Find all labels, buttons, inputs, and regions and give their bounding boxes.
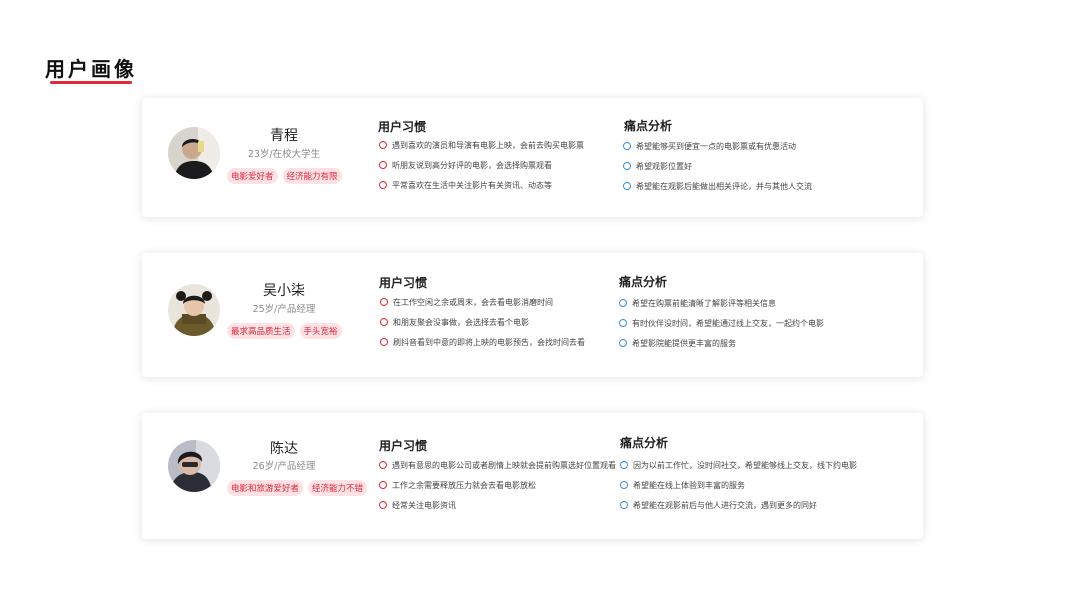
red-ring-icon [380, 298, 388, 306]
pains-list: 希望在购票前能清晰了解影评等相关信息 有时伙伴没时间，希望能通过线上交友，一起约… [619, 293, 824, 353]
red-ring-icon [379, 181, 387, 189]
persona-card: 陈达 26岁/产品经理 电影和旅游爱好者 经济能力不错 用户习惯 遇到有意思的电… [142, 413, 923, 539]
blue-ring-icon [619, 339, 627, 347]
persona-tag: 电影爱好者 [227, 168, 278, 184]
pains-title: 痛点分析 [624, 119, 673, 133]
red-ring-icon [380, 338, 388, 346]
persona-tag: 电影和旅游爱好者 [227, 480, 304, 496]
list-item: 希望影院能提供更丰富的服务 [619, 333, 824, 353]
blue-ring-icon [623, 142, 631, 150]
persona-name: 青程 [270, 128, 298, 144]
title-underline [50, 81, 132, 84]
avatar [168, 440, 220, 492]
list-item: 有时伙伴没时间，希望能通过线上交友，一起约个电影 [619, 313, 824, 333]
habit-text: 工作之余需要释放压力就会去看电影放松 [392, 480, 536, 490]
page-title: 用户画像 [45, 57, 137, 81]
habit-text: 刷抖音看到中意的即将上映的电影预告，会找时间去看 [393, 337, 585, 347]
list-item: 希望观影位置好 [623, 156, 812, 176]
red-ring-icon [379, 461, 387, 469]
persona-tag: 手头宽裕 [299, 323, 342, 339]
persona-name: 吴小柒 [263, 283, 305, 299]
habits-title: 用户习惯 [378, 120, 427, 134]
list-item: 希望能在观影前后与他人进行交流，遇到更多的同好 [620, 495, 857, 515]
blue-ring-icon [623, 182, 631, 190]
habits-title: 用户习惯 [379, 276, 428, 290]
red-ring-icon [379, 481, 387, 489]
list-item: 经常关注电影资讯 [379, 495, 616, 515]
habit-text: 遇到有意思的电影公司或者剧情上映就会提前购票选好位置观看 [392, 460, 616, 470]
list-item: 工作之余需要释放压力就会去看电影放松 [379, 475, 616, 495]
list-item: 平常喜欢在生活中关注影片有关资讯、动态等 [379, 175, 584, 195]
avatar [168, 284, 220, 336]
list-item: 因为以前工作忙，没时间社交，希望能够线上交友，线下约电影 [620, 455, 857, 475]
pains-title: 痛点分析 [620, 436, 669, 450]
habit-text: 听朋友说到高分好评的电影，会选择购票观看 [392, 160, 552, 170]
habits-list: 遇到喜欢的演员和导演有电影上映，会前去购买电影票 听朋友说到高分好评的电影，会选… [379, 135, 584, 195]
habits-list: 遇到有意思的电影公司或者剧情上映就会提前购票选好位置观看 工作之余需要释放压力就… [379, 455, 616, 515]
persona-name: 陈达 [270, 441, 298, 457]
avatar [168, 127, 220, 179]
pain-text: 因为以前工作忙，没时间社交，希望能够线上交友，线下约电影 [633, 460, 857, 470]
list-item: 刷抖音看到中意的即将上映的电影预告，会找时间去看 [380, 332, 585, 352]
list-item: 希望能在线上体验到丰富的服务 [620, 475, 857, 495]
blue-ring-icon [620, 461, 628, 469]
red-ring-icon [379, 501, 387, 509]
list-item: 遇到有意思的电影公司或者剧情上映就会提前购票选好位置观看 [379, 455, 616, 475]
red-ring-icon [379, 161, 387, 169]
list-item: 希望能在观影后能做出相关评论，并与其他人交流 [623, 176, 812, 196]
list-item: 听朋友说到高分好评的电影，会选择购票观看 [379, 155, 584, 175]
blue-ring-icon [620, 501, 628, 509]
pain-text: 希望观影位置好 [636, 161, 692, 171]
blue-ring-icon [619, 299, 627, 307]
blue-ring-icon [620, 481, 628, 489]
red-ring-icon [379, 141, 387, 149]
habit-text: 平常喜欢在生活中关注影片有关资讯、动态等 [392, 180, 552, 190]
habit-text: 在工作空闲之余或周末，会去看电影消磨时间 [393, 297, 553, 307]
persona-subtitle: 26岁/产品经理 [252, 461, 316, 472]
habits-list: 在工作空闲之余或周末，会去看电影消磨时间 和朋友聚会没事做，会选择去看个电影 刷… [380, 292, 585, 352]
pain-text: 希望影院能提供更丰富的服务 [632, 338, 736, 348]
pain-text: 希望能在观影后能做出相关评论，并与其他人交流 [636, 181, 812, 191]
persona-subtitle: 25岁/产品经理 [252, 304, 316, 315]
pain-text: 希望能在线上体验到丰富的服务 [633, 480, 745, 490]
pain-text: 有时伙伴没时间，希望能通过线上交友，一起约个电影 [632, 318, 824, 328]
pains-list: 希望能够买到便宜一点的电影票或有优惠活动 希望观影位置好 希望能在观影后能做出相… [623, 136, 812, 196]
persona-card: 吴小柒 25岁/产品经理 最求高品质生活 手头宽裕 用户习惯 在工作空闲之余或周… [142, 253, 923, 377]
habit-text: 和朋友聚会没事做，会选择去看个电影 [393, 317, 529, 327]
persona-tag: 经济能力不错 [308, 480, 368, 496]
list-item: 在工作空闲之余或周末，会去看电影消磨时间 [380, 292, 585, 312]
persona-subtitle: 23岁/在校大学生 [247, 149, 321, 160]
pains-title: 痛点分析 [619, 275, 668, 289]
habit-text: 遇到喜欢的演员和导演有电影上映，会前去购买电影票 [392, 140, 584, 150]
blue-ring-icon [623, 162, 631, 170]
list-item: 希望在购票前能清晰了解影评等相关信息 [619, 293, 824, 313]
list-item: 遇到喜欢的演员和导演有电影上映，会前去购买电影票 [379, 135, 584, 155]
blue-ring-icon [619, 319, 627, 327]
red-ring-icon [380, 318, 388, 326]
list-item: 希望能够买到便宜一点的电影票或有优惠活动 [623, 136, 812, 156]
persona-card: 青程 23岁/在校大学生 电影爱好者 经济能力有限 用户习惯 遇到喜欢的演员和导… [142, 98, 923, 217]
pain-text: 希望能在观影前后与他人进行交流，遇到更多的同好 [633, 500, 817, 510]
persona-tag: 最求高品质生活 [227, 323, 295, 339]
pains-list: 因为以前工作忙，没时间社交，希望能够线上交友，线下约电影 希望能在线上体验到丰富… [620, 455, 857, 515]
list-item: 和朋友聚会没事做，会选择去看个电影 [380, 312, 585, 332]
habits-title: 用户习惯 [379, 439, 428, 453]
pain-text: 希望在购票前能清晰了解影评等相关信息 [632, 298, 776, 308]
persona-tag: 经济能力有限 [282, 168, 342, 184]
habit-text: 经常关注电影资讯 [392, 500, 456, 510]
pain-text: 希望能够买到便宜一点的电影票或有优惠活动 [636, 141, 796, 151]
